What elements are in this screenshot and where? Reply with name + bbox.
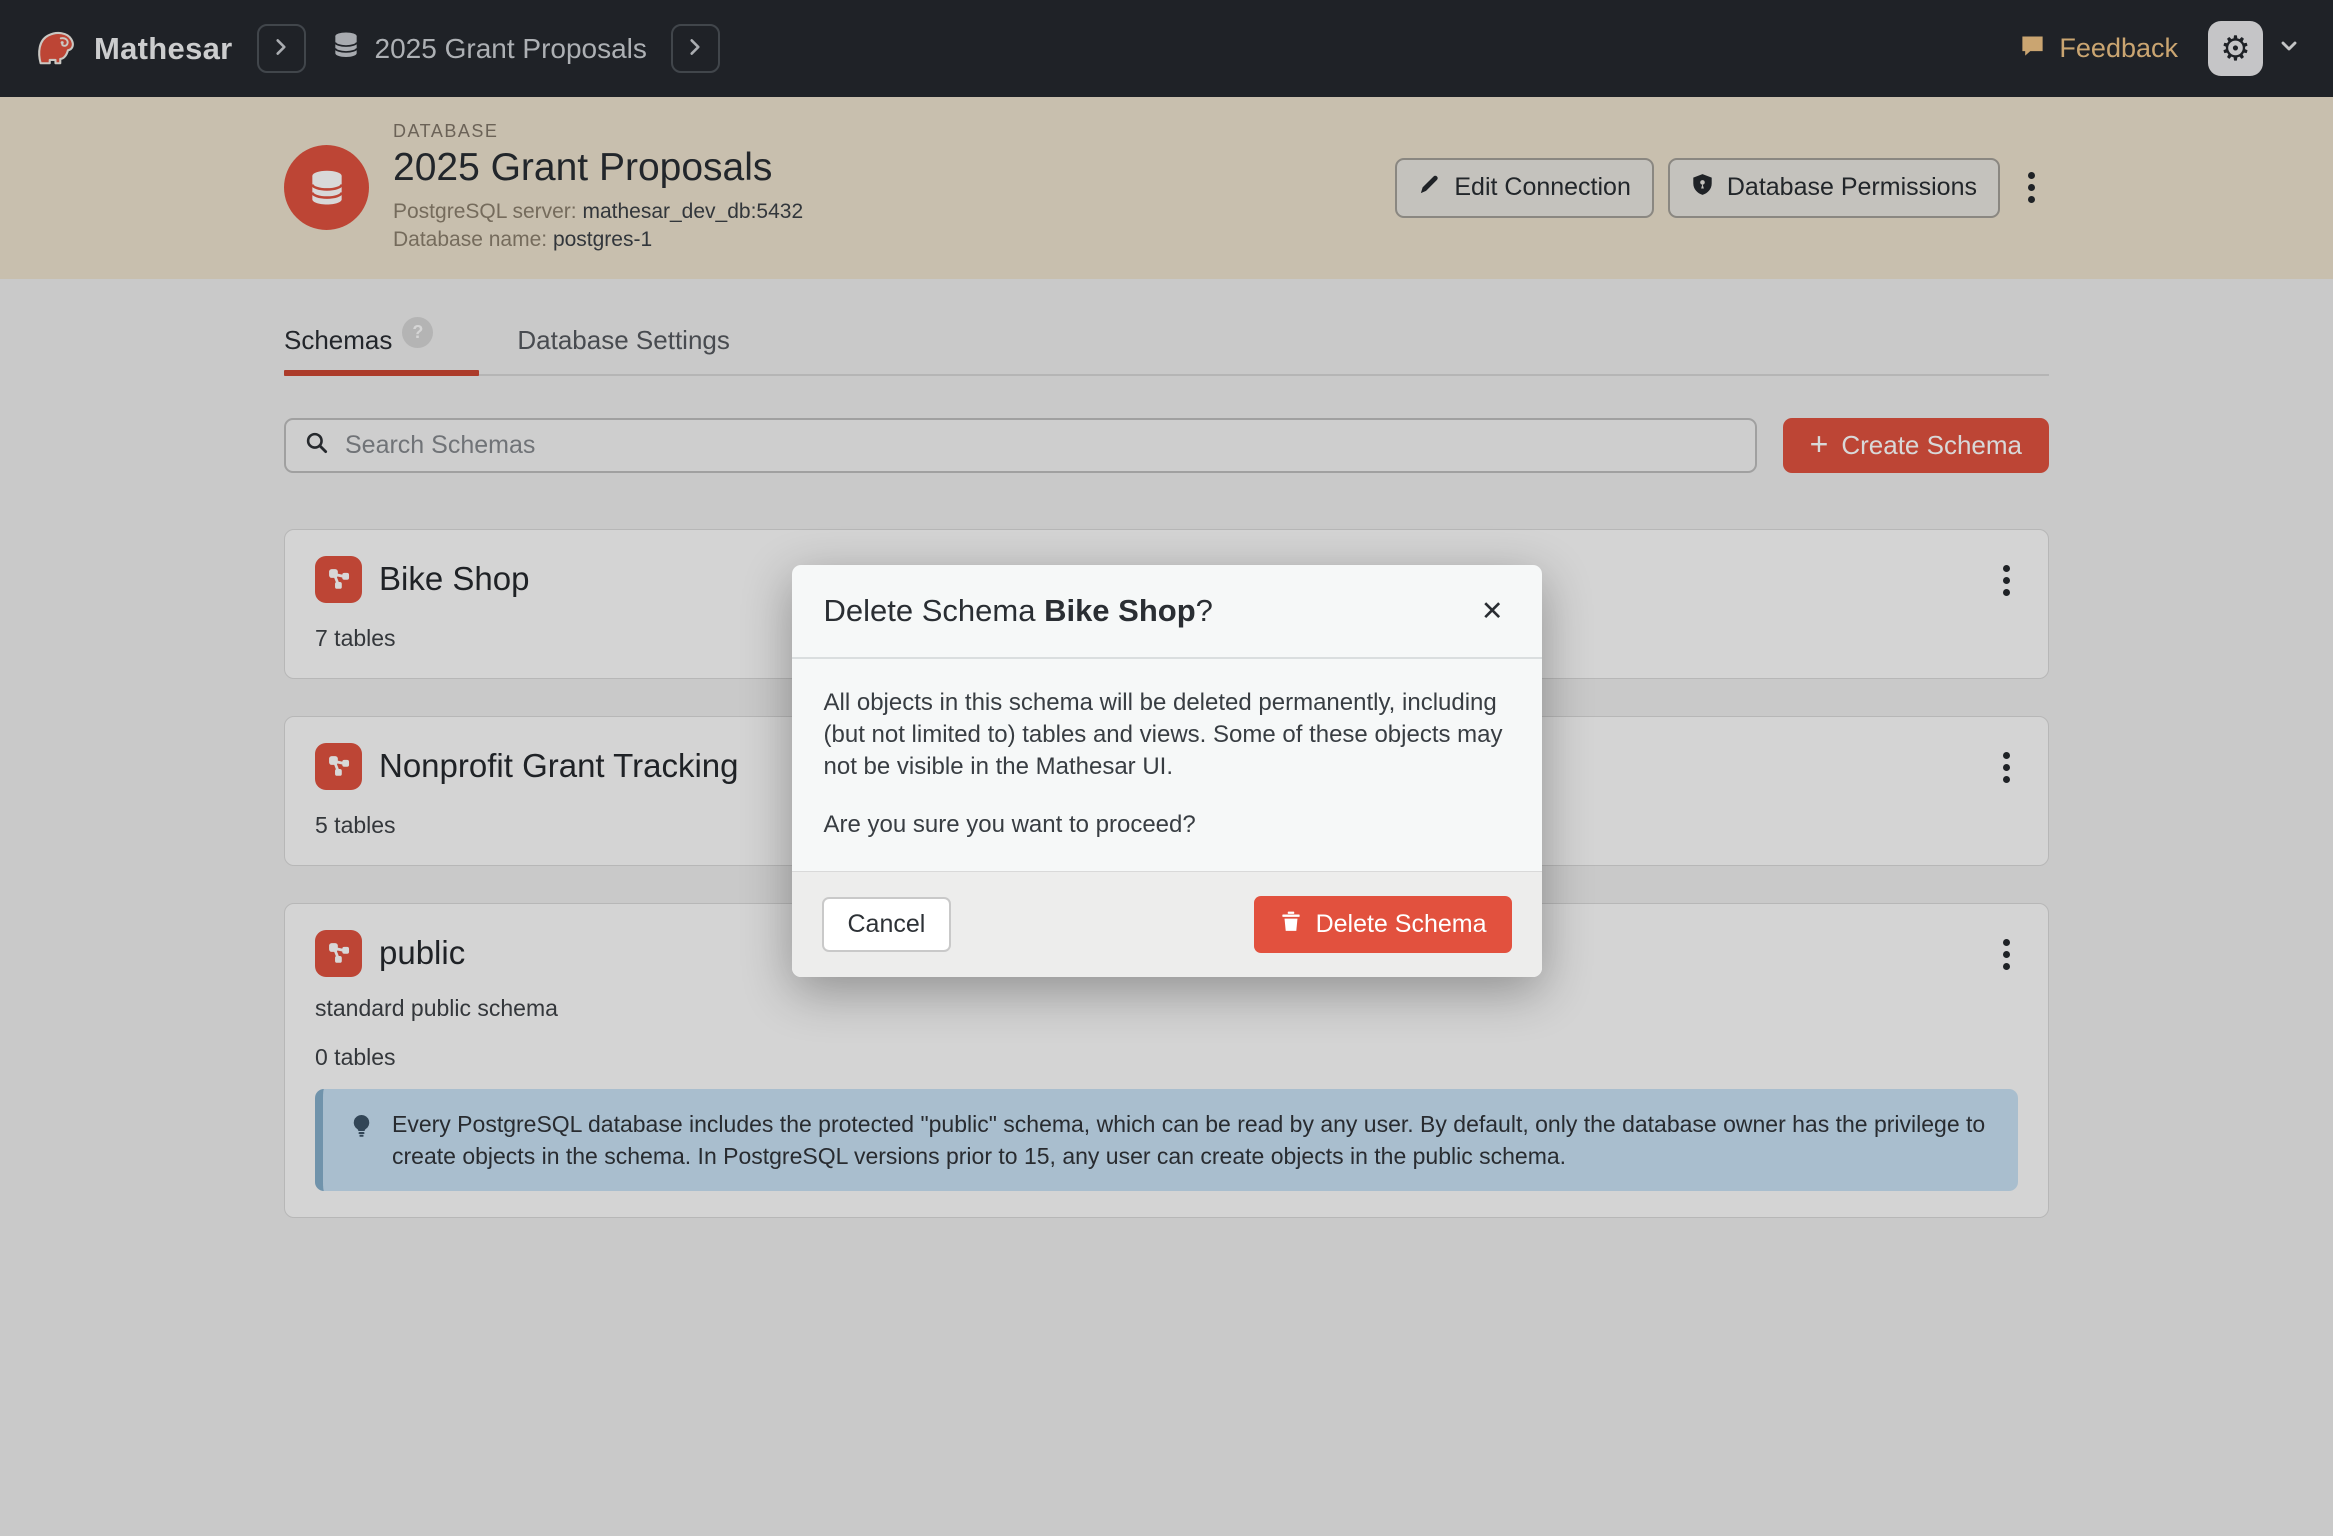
modal-body: All objects in this schema will be delet…: [792, 659, 1542, 871]
delete-schema-modal: Delete Schema Bike Shop? ✕ All objects i…: [791, 565, 1542, 977]
cancel-button[interactable]: Cancel: [821, 896, 952, 952]
delete-schema-button[interactable]: Delete Schema: [1253, 895, 1512, 953]
modal-footer: Cancel Delete Schema: [791, 870, 1542, 977]
modal-warning-text: All objects in this schema will be delet…: [823, 689, 1503, 780]
modal-title-schema-name: Bike Shop: [1044, 593, 1196, 628]
modal-confirm-question: Are you sure you want to proceed?: [823, 810, 1196, 838]
trash-icon: [1279, 909, 1303, 940]
close-icon[interactable]: ✕: [1475, 594, 1510, 629]
delete-schema-button-label: Delete Schema: [1315, 909, 1487, 938]
modal-title: Delete Schema Bike Shop?: [823, 593, 1213, 628]
